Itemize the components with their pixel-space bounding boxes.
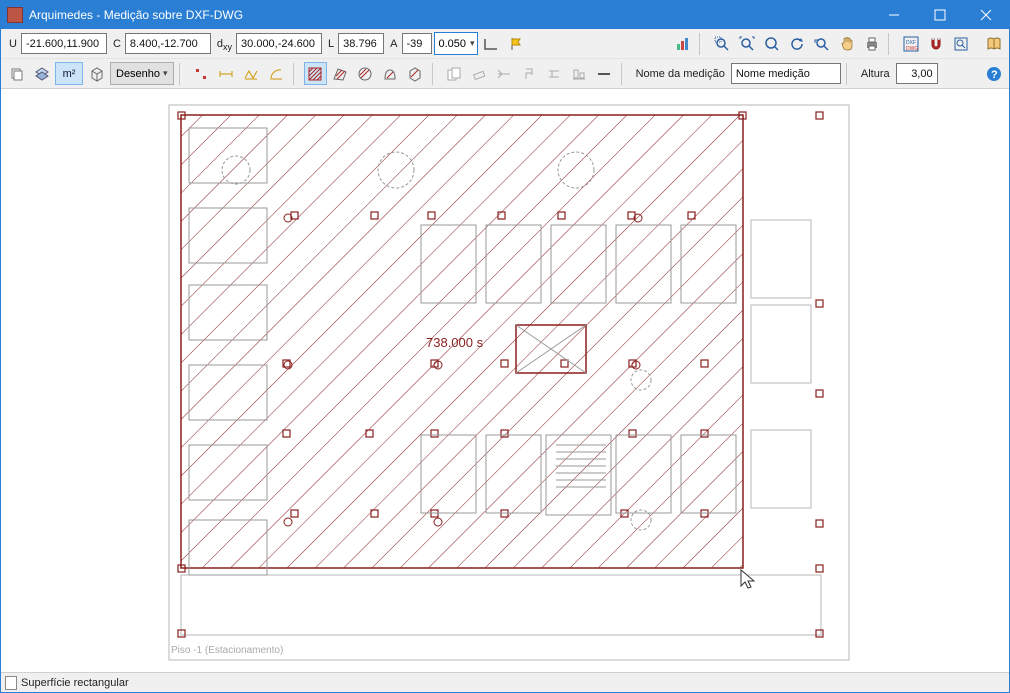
chevron-down-icon: ▾ bbox=[470, 38, 475, 49]
hatch-poly-icon[interactable] bbox=[329, 62, 352, 85]
separator bbox=[846, 63, 852, 85]
layers-icon[interactable] bbox=[30, 62, 53, 85]
book-icon[interactable] bbox=[982, 32, 1005, 55]
a-label: A bbox=[386, 38, 399, 50]
svg-text:DWG: DWG bbox=[906, 46, 918, 52]
u-field[interactable] bbox=[21, 33, 107, 54]
separator bbox=[888, 33, 894, 55]
height-label: Altura bbox=[857, 68, 894, 80]
flag-icon[interactable] bbox=[505, 32, 528, 55]
edit-line-icon[interactable] bbox=[593, 62, 616, 85]
zoom-refresh-icon[interactable] bbox=[785, 32, 808, 55]
edit-copy-icon[interactable] bbox=[443, 62, 466, 85]
c-field[interactable] bbox=[125, 33, 211, 54]
edit-align-icon[interactable] bbox=[568, 62, 591, 85]
edit-offset-icon[interactable] bbox=[543, 62, 566, 85]
area-value-label: 738.000 s bbox=[426, 335, 483, 350]
box-3d-icon[interactable] bbox=[85, 62, 108, 85]
pan-icon[interactable] bbox=[835, 32, 858, 55]
zoom-in-icon[interactable] bbox=[760, 32, 783, 55]
a-field[interactable] bbox=[402, 33, 432, 54]
zoom-previous-icon[interactable] bbox=[810, 32, 833, 55]
l-label: L bbox=[324, 38, 336, 50]
edit-rotate-icon[interactable] bbox=[518, 62, 541, 85]
zoom-window-icon[interactable] bbox=[710, 32, 733, 55]
separator bbox=[621, 63, 627, 85]
svg-text:?: ? bbox=[991, 69, 998, 81]
dimension-chain-icon[interactable] bbox=[240, 62, 263, 85]
mode-dropdown[interactable]: Desenho▾ bbox=[110, 62, 174, 85]
chevron-down-icon: ▾ bbox=[163, 68, 168, 79]
edit-erase-icon[interactable] bbox=[468, 62, 491, 85]
zoom-extents-icon[interactable] bbox=[735, 32, 758, 55]
separator bbox=[432, 63, 438, 85]
hatch-box-icon[interactable] bbox=[404, 62, 427, 85]
l-field[interactable] bbox=[338, 33, 384, 54]
ortho-toggle-icon[interactable] bbox=[480, 32, 503, 55]
mode-label: Desenho bbox=[116, 68, 160, 80]
snap-dropdown[interactable]: 0.050▾ bbox=[434, 32, 478, 55]
height-field[interactable] bbox=[896, 63, 938, 84]
drawing-svg bbox=[1, 90, 1009, 672]
dimension-linear-icon[interactable] bbox=[215, 62, 238, 85]
status-bar: Superfície rectangular bbox=[1, 672, 1009, 692]
close-button[interactable] bbox=[963, 1, 1009, 29]
separator bbox=[699, 33, 705, 55]
unit-m2-button[interactable]: m² bbox=[55, 62, 83, 85]
window-title: Arquimedes - Medição sobre DXF-DWG bbox=[29, 8, 871, 22]
copy-icon[interactable] bbox=[5, 62, 28, 85]
dxy-field[interactable] bbox=[236, 33, 322, 54]
hatch-rect-icon[interactable] bbox=[304, 62, 327, 85]
bar-chart-icon[interactable] bbox=[671, 32, 694, 55]
edit-cut-icon[interactable] bbox=[493, 62, 516, 85]
point-pair-icon[interactable] bbox=[190, 62, 213, 85]
title-bar: Arquimedes - Medição sobre DXF-DWG bbox=[1, 1, 1009, 29]
toolbar-row-coords: U C dxy L A 0.050▾ DXFDWG bbox=[1, 29, 1009, 58]
measure-name-field[interactable] bbox=[731, 63, 841, 84]
app-icon bbox=[7, 7, 23, 23]
separator bbox=[179, 63, 185, 85]
status-text: Superfície rectangular bbox=[21, 677, 129, 689]
dimension-arc-icon[interactable] bbox=[265, 62, 288, 85]
snap-magnet-icon[interactable] bbox=[924, 32, 947, 55]
toolbar-row-tools: m² Desenho▾ Nome da medição Altura ? bbox=[1, 58, 1009, 88]
hatch-region-icon[interactable] bbox=[379, 62, 402, 85]
drawing-canvas[interactable]: 738.000 s Piso -1 (Estacionamento) bbox=[1, 89, 1009, 672]
u-label: U bbox=[5, 38, 19, 50]
hatch-circle-icon[interactable] bbox=[354, 62, 377, 85]
minimize-button[interactable] bbox=[871, 1, 917, 29]
toolbars: U C dxy L A 0.050▾ DXFDWG bbox=[1, 29, 1009, 89]
snap-value: 0.050 bbox=[439, 38, 467, 50]
drawing-footer-label: Piso -1 (Estacionamento) bbox=[171, 645, 283, 656]
dxf-dwg-icon[interactable]: DXFDWG bbox=[899, 32, 922, 55]
print-icon[interactable] bbox=[860, 32, 883, 55]
separator bbox=[293, 63, 299, 85]
page-icon bbox=[5, 676, 17, 690]
search-doc-icon[interactable] bbox=[949, 32, 972, 55]
maximize-button[interactable] bbox=[917, 1, 963, 29]
help-icon[interactable]: ? bbox=[982, 62, 1005, 85]
dxy-label: dxy bbox=[213, 38, 234, 50]
c-label: C bbox=[109, 38, 123, 50]
measure-name-label: Nome da medição bbox=[632, 68, 729, 80]
